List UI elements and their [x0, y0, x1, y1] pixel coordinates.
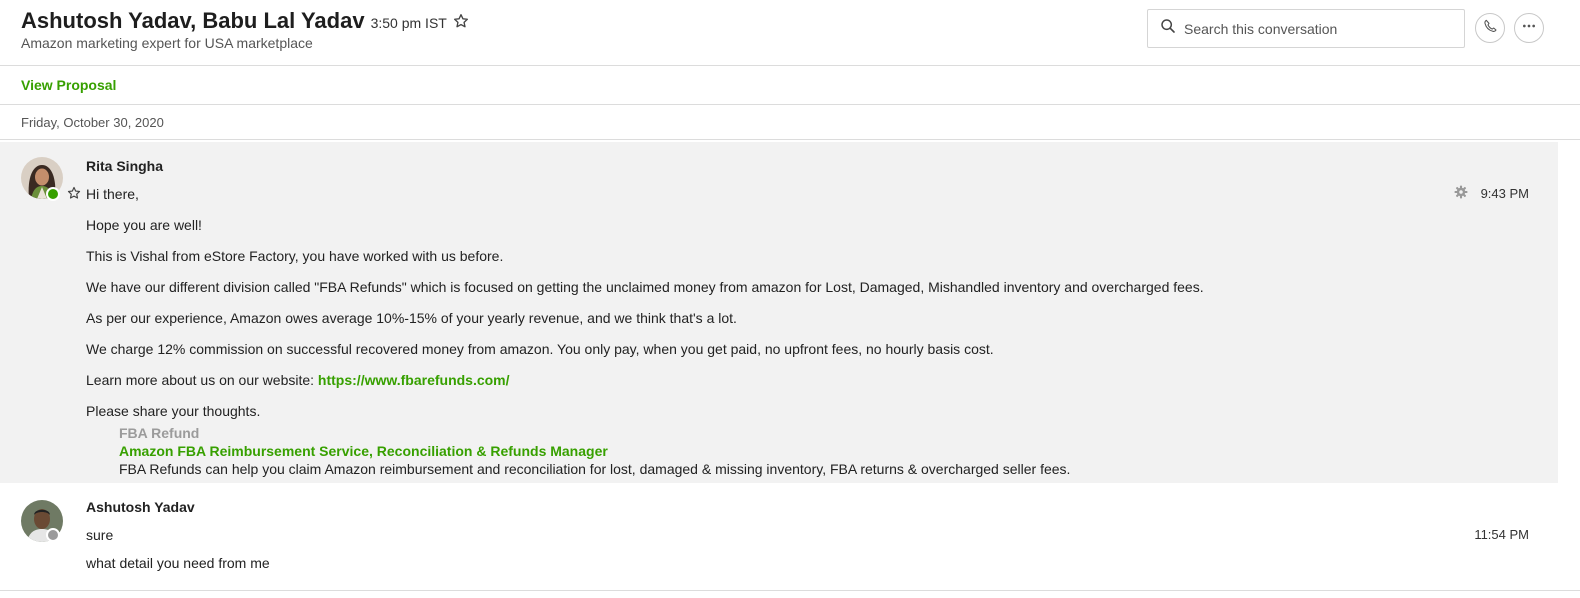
message-text: We have our different division called "F…: [86, 279, 1204, 295]
message-text: sure: [86, 527, 114, 543]
more-options-button[interactable]: [1514, 13, 1544, 43]
date-divider: Friday, October 30, 2020: [0, 105, 1580, 140]
phone-icon: [1482, 18, 1498, 39]
message-text: Hi there,: [86, 186, 139, 202]
search-input[interactable]: [1184, 20, 1454, 37]
message-text: This is Vishal from eStore Factory, you …: [86, 248, 504, 264]
message-text-with-link: Learn more about us on our website: http…: [86, 372, 510, 388]
message-time: 11:54 PM: [1474, 527, 1529, 542]
view-proposal-link[interactable]: View Proposal: [21, 77, 116, 93]
link-preview-site: FBA Refund: [119, 425, 200, 441]
search-box[interactable]: [1147, 9, 1465, 48]
conversation-title: Ashutosh Yadav, Babu Lal Yadav: [21, 8, 365, 33]
message-text: what detail you need from me: [86, 555, 270, 571]
link-preview-title[interactable]: Amazon FBA Reimbursement Service, Reconc…: [119, 443, 608, 459]
message-group: Rita Singha Hi there, 9:43 PM Hope you a…: [0, 142, 1558, 483]
offline-status-dot: [46, 528, 60, 542]
call-button[interactable]: [1475, 13, 1505, 43]
message-text: We charge 12% commission on successful r…: [86, 341, 994, 357]
message-time: 9:43 PM: [1480, 186, 1529, 201]
message-text: As per our experience, Amazon owes avera…: [86, 310, 737, 326]
sender-name[interactable]: Ashutosh Yadav: [86, 499, 195, 515]
conversation-subtitle: Amazon marketing expert for USA marketpl…: [21, 35, 313, 51]
local-time: 3:50 pm IST: [370, 15, 447, 31]
website-link[interactable]: https://www.fbarefunds.com/: [318, 372, 510, 388]
star-icon[interactable]: [67, 186, 81, 200]
message-text: Hope you are well!: [86, 217, 202, 233]
message-group: Ashutosh Yadav sure 11:54 PM what detail…: [0, 485, 1580, 591]
proposal-bar: View Proposal: [0, 66, 1580, 105]
title-row: Ashutosh Yadav, Babu Lal Yadav 3:50 pm I…: [21, 8, 469, 34]
star-icon[interactable]: [453, 13, 469, 29]
link-preview-description: FBA Refunds can help you claim Amazon re…: [119, 461, 1071, 477]
gear-icon[interactable]: [1454, 185, 1468, 199]
date-label: Friday, October 30, 2020: [21, 115, 164, 130]
online-status-dot: [46, 187, 60, 201]
message-text: Please share your thoughts.: [86, 403, 261, 419]
more-icon: [1521, 18, 1537, 39]
message-text: Learn more about us on our website:: [86, 372, 318, 388]
conversation-header: Ashutosh Yadav, Babu Lal Yadav 3:50 pm I…: [0, 0, 1580, 66]
sender-name[interactable]: Rita Singha: [86, 158, 163, 174]
search-icon: [1160, 18, 1176, 39]
